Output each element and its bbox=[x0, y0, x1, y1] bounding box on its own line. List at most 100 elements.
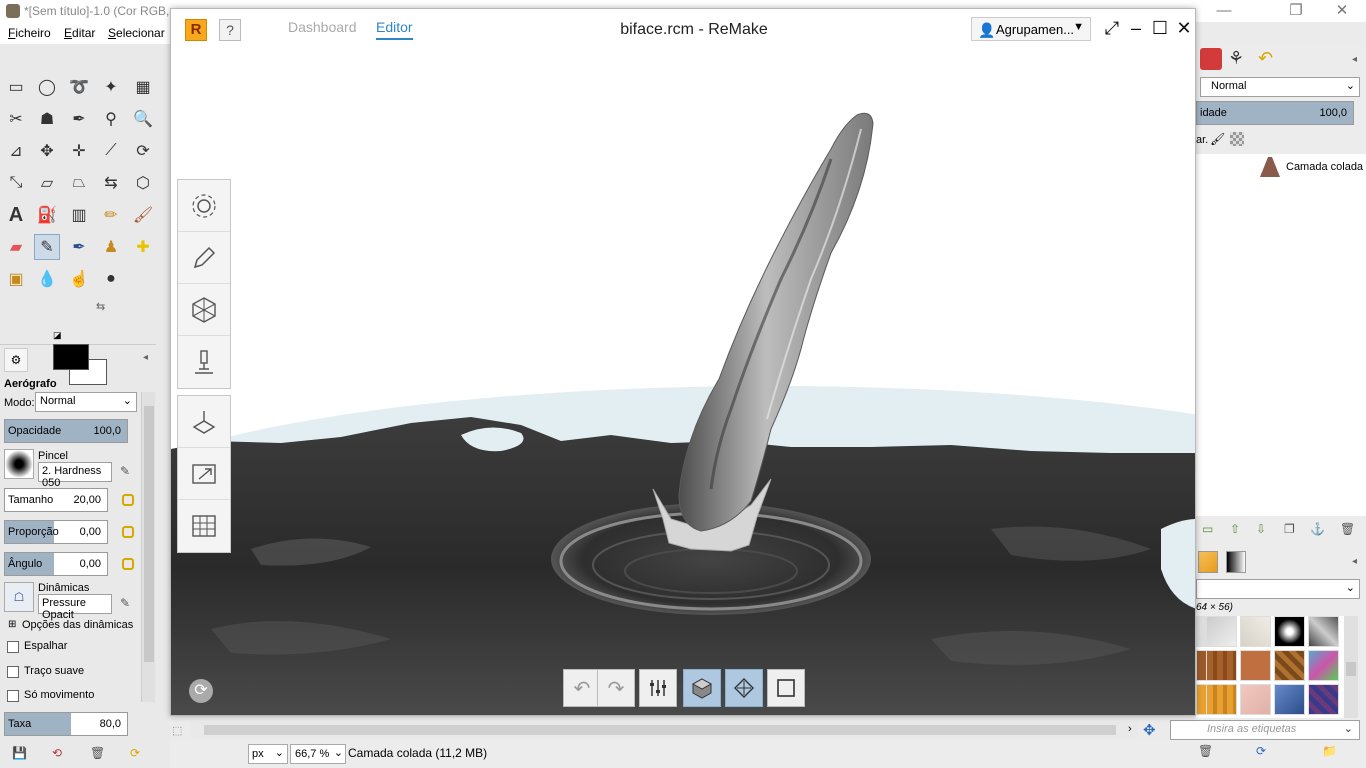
crop-icon[interactable]: ⟋ bbox=[98, 138, 124, 164]
raise-layer-icon[interactable]: ⇧ bbox=[1230, 522, 1240, 536]
export-button[interactable] bbox=[178, 448, 230, 500]
save-options-icon[interactable]: 💾 bbox=[12, 746, 27, 760]
edit-button[interactable] bbox=[178, 232, 230, 284]
new-layer-group-icon[interactable]: ▭ bbox=[1202, 522, 1213, 536]
delete-options-icon[interactable]: 🗑 bbox=[90, 746, 105, 760]
dodge-burn-icon[interactable]: ● bbox=[98, 266, 124, 292]
canvas-h-scrollbar[interactable] bbox=[190, 722, 1138, 738]
delete-layer-icon[interactable]: 🗑 bbox=[1340, 522, 1355, 536]
undo-history-icon[interactable]: ↶ bbox=[1258, 48, 1273, 69]
blur-icon[interactable]: 💧 bbox=[34, 266, 60, 292]
pattern-scrollbar[interactable] bbox=[1344, 616, 1358, 718]
layer-row[interactable]: Camada colada bbox=[1196, 154, 1366, 180]
pattern-item[interactable] bbox=[1308, 684, 1339, 715]
pattern-item[interactable] bbox=[1240, 650, 1271, 681]
pattern-tag-select[interactable]: ⌄ bbox=[1196, 579, 1360, 599]
reset-options-icon[interactable]: ⟳ bbox=[130, 746, 140, 760]
options-scrollbar[interactable] bbox=[141, 392, 155, 702]
duplicate-layer-icon[interactable]: ❐ bbox=[1284, 522, 1295, 536]
analyze-button[interactable] bbox=[178, 336, 230, 388]
dynamics-field[interactable]: Pressure Opacit bbox=[38, 594, 112, 621]
refresh-patterns-icon[interactable]: ⟳ bbox=[1256, 744, 1266, 758]
pattern-item[interactable] bbox=[1308, 650, 1339, 681]
pattern-item[interactable] bbox=[1274, 650, 1305, 681]
lock-alpha-icon[interactable] bbox=[1230, 132, 1244, 146]
reset-size-icon[interactable] bbox=[122, 494, 134, 506]
sync-icon[interactable]: ⟳ bbox=[189, 679, 213, 703]
fuzzy-select-icon[interactable]: ✦ bbox=[98, 74, 124, 100]
move-icon[interactable]: ✥ bbox=[34, 138, 60, 164]
opacity-slider[interactable]: Opacidade 100,0 bbox=[4, 419, 128, 443]
perspective-clone-icon[interactable]: ▣ bbox=[3, 266, 29, 292]
scale-icon[interactable]: ⤡ bbox=[3, 170, 29, 196]
reset-ratio-icon[interactable] bbox=[122, 526, 134, 538]
quick-mask-icon[interactable]: ⬚ bbox=[172, 724, 182, 737]
flip-icon[interactable]: ⇆ bbox=[98, 170, 124, 196]
shear-icon[interactable]: ▱ bbox=[34, 170, 60, 196]
delete-pattern-icon[interactable]: 🗑 bbox=[1198, 744, 1213, 758]
mesh-button[interactable] bbox=[178, 284, 230, 336]
anchor-layer-icon[interactable]: ⚓ bbox=[1310, 522, 1325, 536]
motion-only-checkbox[interactable] bbox=[7, 690, 19, 702]
user-dropdown[interactable]: 👤 Agrupamen... ▼ bbox=[971, 17, 1091, 41]
pattern-item[interactable] bbox=[1240, 684, 1271, 715]
pattern-item[interactable] bbox=[1274, 684, 1305, 715]
size-field[interactable]: Tamanho 20,00 bbox=[4, 488, 108, 512]
clone-icon[interactable]: ♟ bbox=[98, 234, 124, 260]
tool-options-tab-icon[interactable]: ⚙ bbox=[4, 348, 28, 372]
dock-menu-right-icon-2[interactable]: ◂ bbox=[1352, 556, 1357, 567]
lasso-icon[interactable]: ➰ bbox=[66, 74, 92, 100]
align-icon[interactable]: ✛ bbox=[66, 138, 92, 164]
settings-button[interactable] bbox=[178, 180, 230, 232]
heal-icon[interactable]: ✚ bbox=[130, 234, 156, 260]
print-button[interactable] bbox=[178, 396, 230, 448]
paths-tab-icon[interactable]: ⚘ bbox=[1228, 48, 1244, 69]
edit-brush-icon[interactable]: ✎ bbox=[120, 464, 130, 478]
eraser-icon[interactable]: ▰ bbox=[3, 234, 29, 260]
restore-icon[interactable]: ❐ bbox=[1274, 0, 1318, 22]
mode-select[interactable]: Normal ⌄ bbox=[35, 392, 137, 412]
cage-transform-icon[interactable]: ⬡ bbox=[130, 170, 156, 196]
rate-slider[interactable]: Taxa 80,0 bbox=[4, 712, 128, 736]
swap-colors-icon[interactable]: ⇆ bbox=[96, 300, 105, 313]
remake-minimize-icon[interactable]: – bbox=[1125, 17, 1147, 39]
open-folder-icon[interactable]: 📁 bbox=[1322, 744, 1337, 758]
adjust-button[interactable] bbox=[639, 669, 677, 707]
zoom-icon[interactable]: 🔍 bbox=[130, 106, 156, 132]
fit-view-button[interactable] bbox=[767, 669, 805, 707]
smudge-icon[interactable]: ☝ bbox=[66, 266, 92, 292]
remake-close-icon[interactable]: ✕ bbox=[1173, 17, 1195, 39]
edit-dynamics-icon[interactable]: ✎ bbox=[120, 596, 130, 610]
restore-options-icon[interactable]: ⟲ bbox=[52, 746, 62, 760]
text-tool-icon[interactable]: A bbox=[3, 202, 29, 228]
scissors-icon[interactable]: ✂ bbox=[3, 106, 29, 132]
dynamics-options-label[interactable]: Opções das dinâmicas bbox=[22, 619, 133, 631]
lower-layer-icon[interactable]: ⇩ bbox=[1256, 522, 1266, 536]
dock-menu-icon[interactable]: ◂ bbox=[143, 352, 148, 363]
rotate-icon[interactable]: ⟳ bbox=[130, 138, 156, 164]
unit-select[interactable]: px ⌄ bbox=[248, 744, 288, 764]
minimize-icon[interactable]: — bbox=[1202, 0, 1246, 22]
lock-pixels-icon[interactable]: 🖌 bbox=[1210, 132, 1225, 146]
menu-editar[interactable]: Editar bbox=[64, 26, 95, 40]
smooth-checkbox[interactable] bbox=[7, 666, 19, 678]
reset-angle-icon[interactable] bbox=[122, 558, 134, 570]
pattern-item[interactable] bbox=[1308, 616, 1339, 647]
pattern-swatch[interactable] bbox=[1198, 551, 1218, 573]
menu-ficheiro[interactable]: Ficheiro bbox=[8, 26, 51, 40]
pattern-item[interactable] bbox=[1206, 616, 1237, 647]
pencil-icon[interactable]: ✏ bbox=[98, 202, 124, 228]
remake-maximize-icon[interactable]: ☐ bbox=[1149, 17, 1171, 39]
ink-icon[interactable]: ✒ bbox=[66, 234, 92, 260]
tags-input[interactable]: Insira as etiquetas ⌄ bbox=[1170, 720, 1360, 740]
airbrush-icon[interactable]: ✎ bbox=[34, 234, 60, 260]
spread-checkbox[interactable] bbox=[7, 641, 19, 653]
zoom-select[interactable]: 66,7 % ⌄ bbox=[290, 744, 346, 764]
layer-mode-select[interactable]: Normal ⌄ bbox=[1200, 77, 1360, 97]
foreground-color-swatch[interactable] bbox=[53, 344, 89, 370]
dynamics-icon[interactable]: ☖ bbox=[4, 582, 34, 612]
solid-view-button[interactable] bbox=[683, 669, 721, 707]
gradient-icon[interactable]: ▥ bbox=[66, 202, 92, 228]
paths-icon[interactable]: ✒ bbox=[66, 106, 92, 132]
color-select-icon[interactable]: ▦ bbox=[130, 74, 156, 100]
